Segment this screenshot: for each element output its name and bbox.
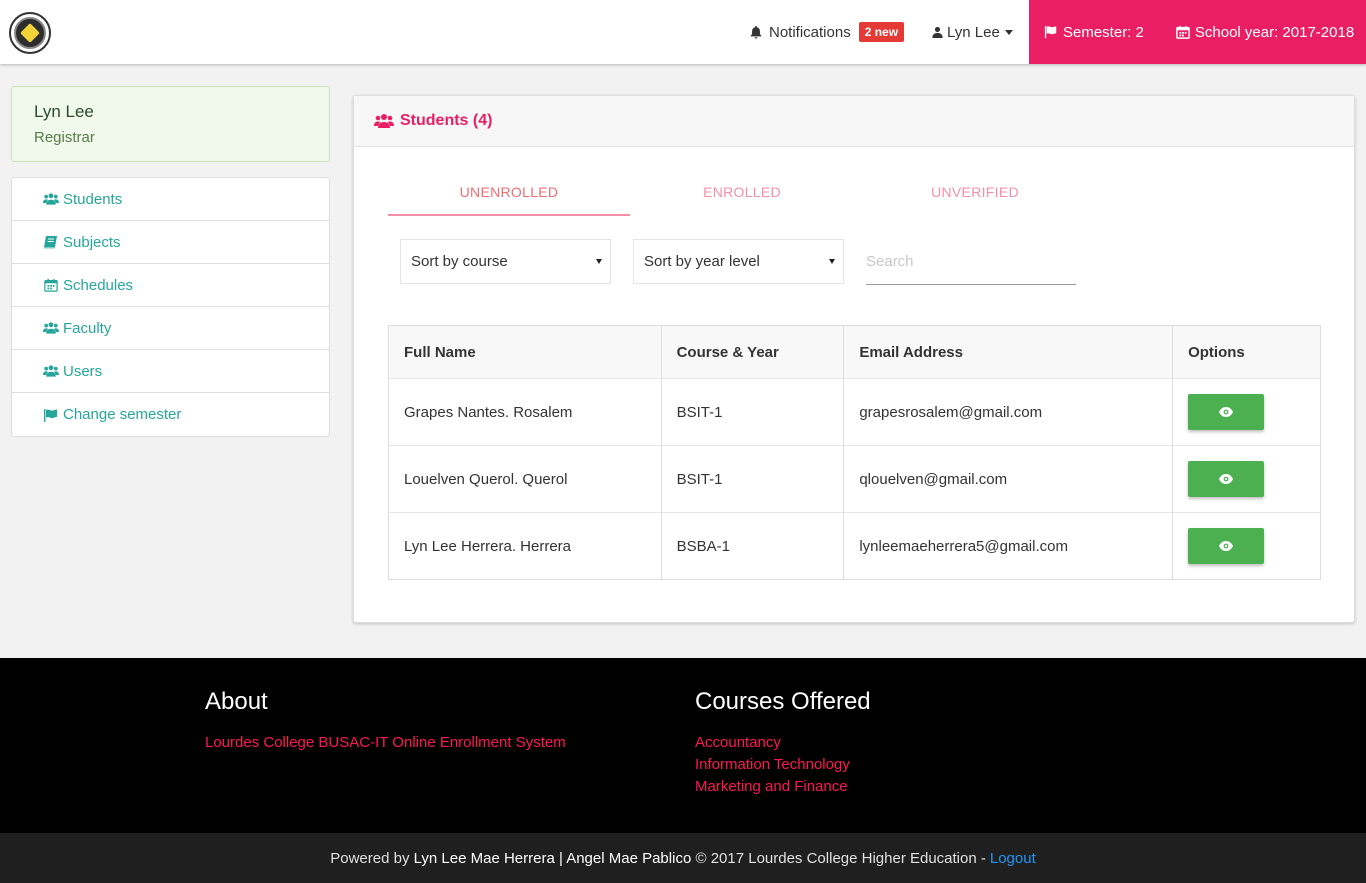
footer-courses: Courses Offered Accountancy Information …	[695, 688, 871, 798]
footer-about-link[interactable]: Lourdes College BUSAC-IT Online Enrollme…	[205, 732, 566, 754]
sidebar-item-label: Users	[63, 362, 103, 380]
calendar-icon	[44, 278, 58, 292]
footer-courses-title: Courses Offered	[695, 688, 871, 715]
logout-link[interactable]: Logout	[990, 850, 1036, 867]
sidebar-item-change-semester[interactable]: Change semester	[12, 393, 329, 436]
student-name: Grapes Nantes. Rosalem	[388, 378, 662, 446]
users-icon	[374, 114, 394, 128]
footer: About Lourdes College BUSAC-IT Online En…	[0, 658, 1366, 833]
chevron-down-icon	[1004, 29, 1013, 35]
sidebar-item-label: Change semester	[63, 406, 182, 423]
eye-icon	[1219, 407, 1234, 417]
user-name: Lyn Lee	[947, 23, 1000, 41]
bell-icon	[750, 25, 762, 39]
user-icon	[932, 26, 943, 38]
students-panel: Students (4) UNENROLLED ENROLLED UNVERIF…	[353, 95, 1355, 623]
sidebar-item-schedules[interactable]: Schedules	[12, 264, 329, 307]
column-header-full-name: Full Name	[388, 325, 662, 379]
student-status-tabs: UNENROLLED ENROLLED UNVERIFIED	[388, 176, 1088, 216]
footer-about: About Lourdes College BUSAC-IT Online En…	[205, 688, 566, 754]
student-course: BSBA-1	[661, 512, 845, 580]
flag-icon	[44, 408, 57, 422]
sidebar-item-subjects[interactable]: Subjects	[12, 221, 329, 264]
dropdown-arrow-icon	[829, 259, 835, 264]
sidebar-item-students[interactable]: Students	[12, 178, 329, 221]
sidebar-item-label: Students	[63, 190, 123, 208]
footer-about-title: About	[205, 688, 268, 715]
column-header-options: Options	[1188, 343, 1245, 361]
school-year-indicator[interactable]: School year: 2017-2018	[1176, 24, 1354, 41]
student-name: Louelven Querol. Querol	[388, 445, 662, 513]
course-link-accountancy[interactable]: Accountancy	[695, 732, 871, 754]
search-input[interactable]	[866, 239, 1076, 285]
users-icon	[43, 193, 59, 205]
notifications-menu[interactable]: Notifications 2 new	[749, 0, 905, 64]
options-cell	[1173, 513, 1321, 580]
profile-card: Lyn Lee Registrar	[11, 86, 330, 162]
sort-by-course-select[interactable]: Sort by course	[400, 239, 611, 284]
profile-role: Registrar	[34, 129, 95, 146]
semester-label: Semester: 2	[1063, 23, 1144, 41]
tab-enrolled[interactable]: ENROLLED	[621, 176, 863, 216]
semester-indicator[interactable]: Semester: 2	[1029, 24, 1144, 41]
notifications-label: Notifications	[769, 23, 851, 41]
student-email: qlouelven@gmail.com	[843, 445, 1174, 513]
tab-unverified[interactable]: UNVERIFIED	[854, 176, 1096, 216]
view-student-button[interactable]	[1188, 394, 1265, 430]
student-course: BSIT-1	[661, 445, 845, 513]
student-name: Lyn Lee Herrera. Herrera	[388, 512, 662, 580]
student-email: lynleemaeherrera5@gmail.com	[843, 512, 1174, 580]
table-row: Grapes Nantes. Rosalem BSIT-1 grapesrosa…	[388, 378, 1321, 446]
students-table: Full Name Course & Year Email Address Op…	[388, 325, 1321, 580]
copyright-text: © 2017 Lourdes College Higher Education …	[695, 849, 986, 867]
eye-icon	[1219, 541, 1234, 551]
book-icon	[43, 236, 57, 249]
tab-unenrolled[interactable]: UNENROLLED	[388, 176, 630, 216]
course-link-information-technology[interactable]: Information Technology	[695, 754, 871, 776]
sidebar-menu: Students Subjects Schedules Faculty User…	[11, 177, 330, 437]
table-row: Louelven Querol. Querol BSIT-1 qlouelven…	[388, 445, 1321, 513]
user-menu[interactable]: Lyn Lee	[932, 0, 1013, 64]
page-title: Students (4)	[400, 112, 493, 129]
sidebar-item-label: Subjects	[63, 233, 121, 251]
semester-bar: Semester: 2 School year: 2017-2018	[1029, 0, 1366, 64]
top-navbar: Notifications 2 new Lyn Lee Semester: 2 …	[0, 0, 1366, 64]
sort-by-year-select[interactable]: Sort by year level	[633, 239, 844, 284]
dropdown-arrow-icon	[596, 259, 602, 264]
sidebar-item-faculty[interactable]: Faculty	[12, 307, 329, 350]
users-icon	[43, 365, 59, 377]
profile-name: Lyn Lee	[34, 102, 94, 121]
calendar-icon	[1176, 25, 1190, 39]
sidebar-item-label: Faculty	[63, 319, 112, 337]
flag-icon	[1044, 25, 1057, 39]
table-header-row: Full Name Course & Year Email Address Op…	[388, 325, 1321, 379]
options-cell	[1173, 446, 1321, 513]
student-course: BSIT-1	[661, 378, 845, 446]
options-cell	[1173, 379, 1321, 446]
table-row: Lyn Lee Herrera. Herrera BSBA-1 lynleema…	[388, 512, 1321, 580]
panel-header: Students (4)	[354, 96, 1354, 147]
course-link-marketing-finance[interactable]: Marketing and Finance	[695, 776, 871, 798]
school-logo[interactable]	[9, 12, 51, 54]
copyright-bar: Powered by Lyn Lee Mae Herrera | Angel M…	[0, 833, 1366, 883]
school-year-label: School year: 2017-2018	[1194, 23, 1355, 41]
view-student-button[interactable]	[1188, 528, 1265, 564]
authors-text: Lyn Lee Mae Herrera | Angel Mae Pablico	[413, 849, 692, 867]
eye-icon	[1219, 474, 1234, 484]
school-seal-icon	[14, 17, 46, 49]
powered-by-label: Powered by	[330, 849, 410, 867]
sort-by-course-value: Sort by course	[411, 253, 508, 270]
sidebar-item-users[interactable]: Users	[12, 350, 329, 393]
view-student-button[interactable]	[1188, 461, 1265, 497]
notifications-badge: 2 new	[858, 22, 905, 42]
sidebar-item-label: Schedules	[63, 276, 134, 294]
sort-by-year-value: Sort by year level	[644, 253, 760, 270]
users-icon	[43, 322, 59, 334]
student-email: grapesrosalem@gmail.com	[843, 378, 1174, 446]
column-header-email: Email Address	[843, 325, 1174, 379]
column-header-course-year: Course & Year	[661, 325, 845, 379]
